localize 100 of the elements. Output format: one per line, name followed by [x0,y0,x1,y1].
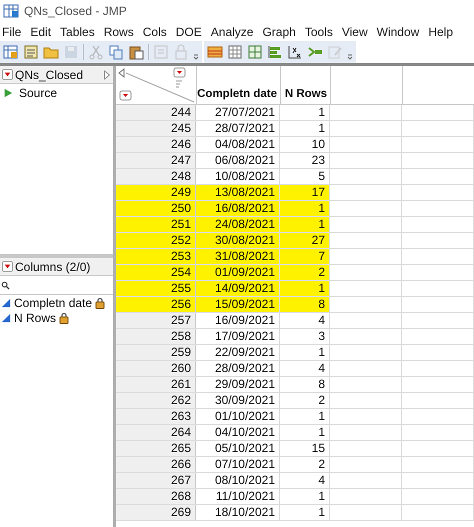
row-number[interactable]: 245 [116,121,196,136]
menu-item[interactable]: Edit [30,24,52,38]
menu-item[interactable]: Rows [104,24,134,38]
menu-item[interactable]: DOE [176,24,202,38]
menu-item[interactable]: Analyze [210,24,254,38]
table-cell: 2 [280,393,330,408]
table-cell: 08/10/2021 [196,473,280,488]
column-header[interactable]: Completn date [197,66,281,104]
table-cell: 1 [280,105,330,120]
column-header[interactable]: N Rows [281,66,331,104]
row-number[interactable]: 264 [116,425,196,440]
row-number[interactable]: 269 [116,505,196,520]
grid-icon[interactable] [227,44,243,60]
table-cell: 23 [280,153,330,168]
table-cell: 06/08/2021 [196,153,280,168]
row-number[interactable]: 253 [116,249,196,264]
table-cell: 30/09/2021 [196,393,280,408]
table-cell: 17/09/2021 [196,329,280,344]
row-number[interactable]: 265 [116,441,196,456]
table-cell: 7 [280,249,330,264]
panel-title: Columns (2/0) [15,260,92,274]
formula-icon[interactable] [287,44,303,60]
table-cell: 8 [280,297,330,312]
table-cell: 2 [280,457,330,472]
table-cell: 24/08/2021 [196,217,280,232]
row-number[interactable]: 256 [116,297,196,312]
window-title: QNs_Closed - JMP [24,4,127,18]
table-cell: 4 [280,361,330,376]
table-cell: 29/09/2021 [196,377,280,392]
table-cell: 22/09/2021 [196,345,280,360]
table-cell: 2 [280,265,330,280]
row-number[interactable]: 267 [116,473,196,488]
play-icon[interactable] [3,88,13,98]
table-cell: 07/10/2021 [196,457,280,472]
table-cell: 11/10/2021 [196,489,280,504]
row-number[interactable]: 255 [116,281,196,296]
table-cell: 1 [280,121,330,136]
copy-icon[interactable] [108,44,124,60]
row-number[interactable]: 259 [116,345,196,360]
table-cell: 28/07/2021 [196,121,280,136]
table-cell: 01/09/2021 [196,265,280,280]
table-cell: 16/08/2021 [196,201,280,216]
table-cell: 30/08/2021 [196,233,280,248]
row-number[interactable]: 268 [116,489,196,504]
dropdown-menu-icon[interactable] [2,69,13,80]
table-cell: 05/10/2021 [196,441,280,456]
row-number[interactable]: 246 [116,137,196,152]
menu-item[interactable]: File [2,24,22,38]
table-cell: 1 [280,201,330,216]
row-number[interactable]: 252 [116,233,196,248]
table-cell: 1 [280,217,330,232]
menu-item[interactable]: Tables [60,24,95,38]
row-number[interactable]: 257 [116,313,196,328]
menu-item[interactable]: Help [428,24,454,38]
menu-item[interactable]: View [342,24,368,38]
row-number[interactable]: 248 [116,169,196,184]
table-cell: 04/08/2021 [196,137,280,152]
menu-item[interactable]: Cols [142,24,167,38]
new-script-icon[interactable] [23,44,39,60]
menu-item[interactable]: Window [376,24,420,38]
row-number[interactable]: 260 [116,361,196,376]
table-icon[interactable] [207,44,223,60]
script-item[interactable]: Source [19,86,58,100]
table-cell: 10 [280,137,330,152]
table-cell: 1 [280,281,330,296]
table-cell: 15/09/2021 [196,297,280,312]
table-cell: 15 [280,441,330,456]
row-number[interactable]: 254 [116,265,196,280]
row-number[interactable]: 258 [116,329,196,344]
table-cell: 1 [280,489,330,504]
bars-icon[interactable] [267,44,283,60]
corner-drawing[interactable] [116,66,196,104]
dropdown-menu-icon[interactable] [2,261,13,272]
column-item[interactable]: N Rows [14,310,56,324]
menu-item[interactable]: Graph [262,24,296,38]
row-number[interactable]: 244 [116,105,196,120]
table-cell: 01/10/2021 [196,409,280,424]
table-cell: 5 [280,169,330,184]
column-item[interactable]: Completn date [14,296,92,310]
new-table-icon[interactable] [3,44,19,60]
row-number[interactable]: 250 [116,201,196,216]
row-number[interactable]: 247 [116,153,196,168]
paste-icon[interactable] [128,44,144,60]
row-number[interactable]: 262 [116,393,196,408]
row-number[interactable]: 261 [116,377,196,392]
row-number[interactable]: 249 [116,185,196,200]
menu-item[interactable]: Tools [304,24,333,38]
search-icon[interactable] [1,280,10,290]
row-number[interactable]: 251 [116,217,196,232]
table-cell: 1 [280,409,330,424]
collapse-icon[interactable] [103,68,111,80]
table-cell: 16/09/2021 [196,313,280,328]
table-cell: 28/09/2021 [196,361,280,376]
table-cell: 14/09/2021 [196,281,280,296]
row-number[interactable]: 266 [116,457,196,472]
table-cell: 13/08/2021 [196,185,280,200]
table-cell: 27/07/2021 [196,105,280,120]
app-icon [3,3,19,19]
row-number[interactable]: 263 [116,409,196,424]
split-grid-icon[interactable] [247,44,263,60]
